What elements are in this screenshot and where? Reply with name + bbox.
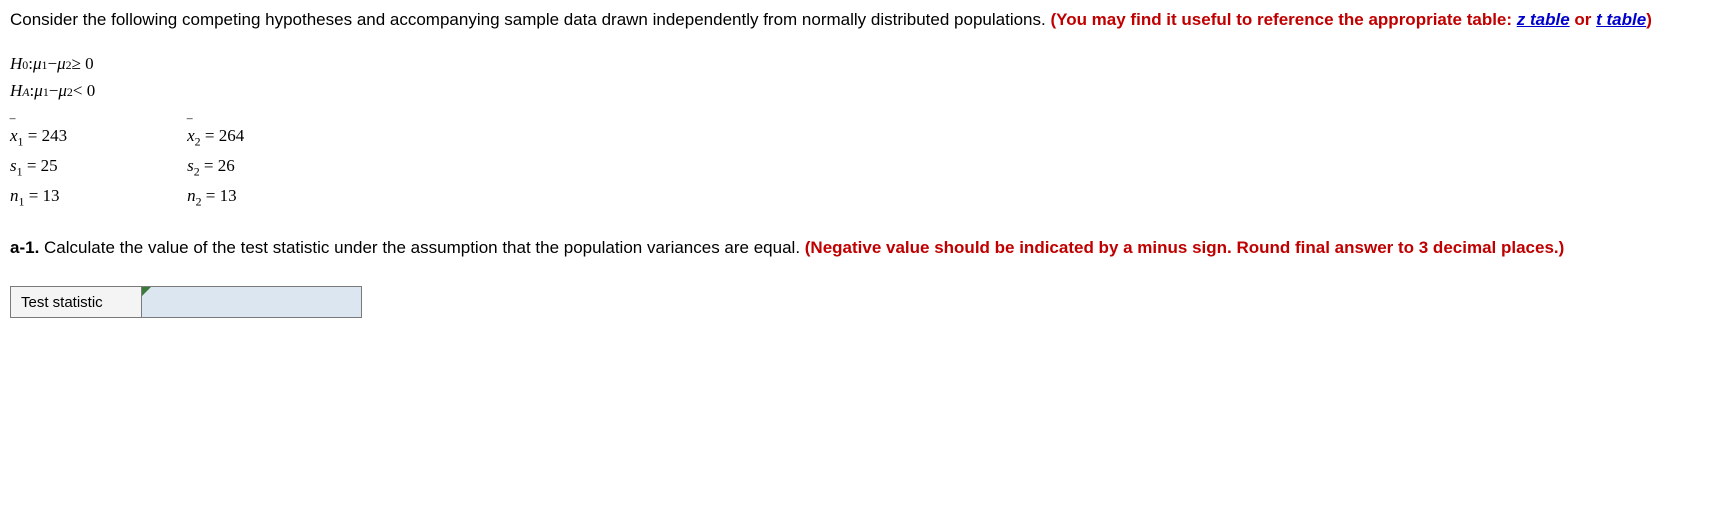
- xbar1-row: x1 = 243: [10, 124, 67, 150]
- s1: s: [10, 156, 17, 175]
- z-table-link[interactable]: z table: [1517, 10, 1570, 29]
- xbar2-eq: =: [201, 126, 219, 145]
- n2: n: [187, 186, 196, 205]
- s2-row: s2 = 26: [187, 154, 244, 180]
- note-suffix: ): [1646, 10, 1652, 29]
- xbar1-eq: =: [24, 126, 42, 145]
- sample-col-2: x2 = 264 s2 = 26 n2 = 13: [187, 124, 244, 210]
- intro-note: (You may find it useful to reference the…: [1050, 10, 1651, 29]
- mu2: μ: [57, 50, 66, 77]
- xbar2: x: [187, 124, 195, 148]
- h0-rel: ≥ 0: [72, 50, 94, 77]
- minus2: −: [49, 77, 59, 104]
- ha-sub: A: [22, 83, 29, 102]
- question-text: Calculate the value of the test statisti…: [39, 238, 804, 257]
- n1-eq: =: [24, 186, 42, 205]
- question-a1: a-1. Calculate the value of the test sta…: [10, 236, 1708, 260]
- answer-table: Test statistic: [10, 286, 362, 318]
- s1-eq: =: [23, 156, 41, 175]
- ha-row: HA: μ1 − μ2 < 0: [10, 77, 1708, 104]
- answer-label-cell: Test statistic: [11, 287, 142, 318]
- ha-H: H: [10, 77, 22, 104]
- h0-H: H: [10, 50, 22, 77]
- note-prefix: (You may find it useful to reference the…: [1050, 10, 1516, 29]
- n1: n: [10, 186, 19, 205]
- corner-mark-icon: [142, 287, 151, 296]
- t-table-link[interactable]: t table: [1596, 10, 1646, 29]
- hypotheses-block: H0: μ1 − μ2 ≥ 0 HA: μ1 − μ2 < 0: [10, 50, 1708, 104]
- intro-text: Consider the following competing hypothe…: [10, 8, 1708, 32]
- s1-row: s1 = 25: [10, 154, 67, 180]
- intro-line: Consider the following competing hypothe…: [10, 10, 1050, 29]
- mu2a: μ: [58, 77, 67, 104]
- mu1: μ: [33, 50, 42, 77]
- test-statistic-input[interactable]: [142, 287, 361, 317]
- s2-eq: =: [200, 156, 218, 175]
- or-text: or: [1570, 10, 1596, 29]
- s2-val: 26: [218, 156, 235, 175]
- s2: s: [187, 156, 194, 175]
- n2-val: 13: [220, 186, 237, 205]
- ha-rel: < 0: [73, 77, 95, 104]
- s1-val: 25: [41, 156, 58, 175]
- n2-row: n2 = 13: [187, 184, 244, 210]
- xbar1-val: 243: [42, 126, 68, 145]
- n1-row: n1 = 13: [10, 184, 67, 210]
- answer-row: Test statistic: [11, 287, 362, 318]
- xbar1: x: [10, 124, 18, 148]
- question-label: a-1.: [10, 238, 39, 257]
- question-note: (Negative value should be indicated by a…: [805, 238, 1565, 257]
- answer-input-cell[interactable]: [142, 287, 362, 318]
- minus1: −: [47, 50, 57, 77]
- h0-row: H0: μ1 − μ2 ≥ 0: [10, 50, 1708, 77]
- n2-eq: =: [202, 186, 220, 205]
- xbar2-row: x2 = 264: [187, 124, 244, 150]
- sample-col-1: x1 = 243 s1 = 25 n1 = 13: [10, 124, 67, 210]
- sample-data-block: x1 = 243 s1 = 25 n1 = 13 x2 = 264 s2 = 2…: [10, 124, 1708, 210]
- xbar2-val: 264: [219, 126, 245, 145]
- mu1a: μ: [34, 77, 43, 104]
- n1-val: 13: [43, 186, 60, 205]
